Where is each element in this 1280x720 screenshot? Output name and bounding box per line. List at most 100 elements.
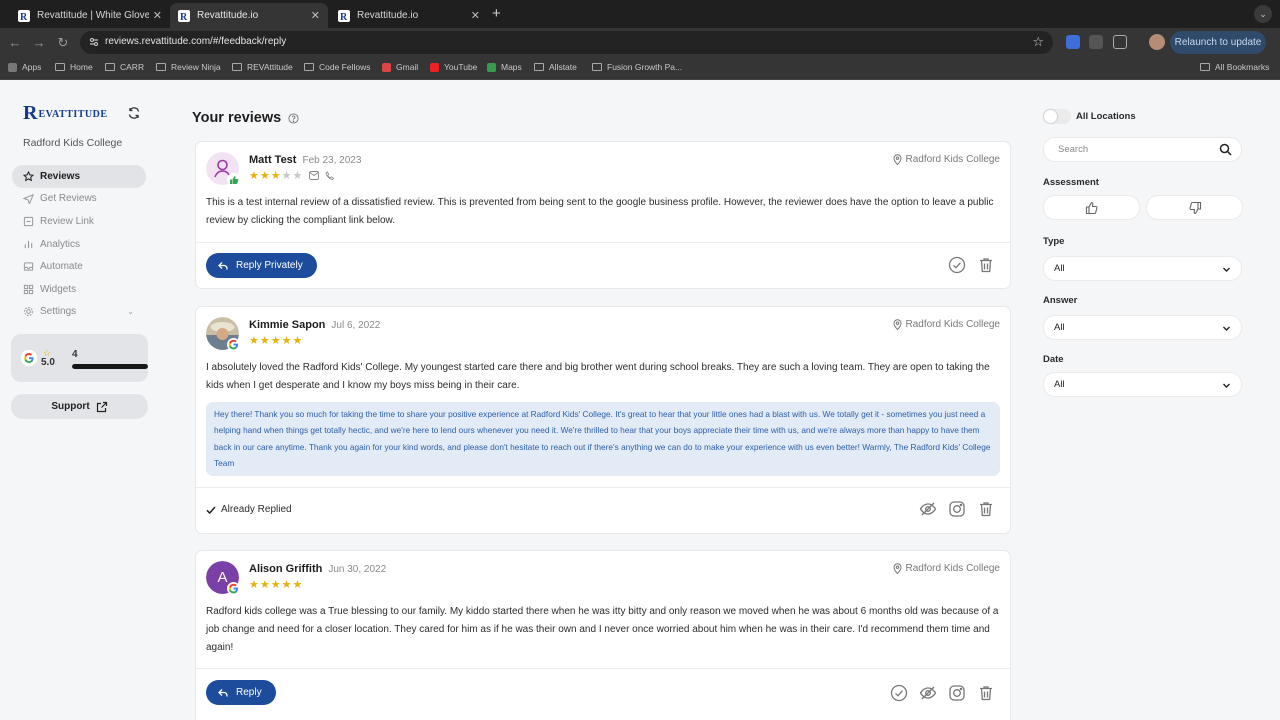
site-info-icon[interactable] — [88, 36, 100, 48]
bookmark-fusion-growth[interactable]: Fusion Growth Pa... — [592, 62, 682, 72]
folder-icon — [105, 63, 115, 71]
toggle-knob — [1044, 110, 1057, 123]
already-replied-status: Already Replied — [206, 504, 292, 515]
bookmark-star-icon[interactable]: ☆ — [1032, 34, 1044, 50]
tab-title: Revattitude.io — [197, 10, 259, 21]
map-pin-icon — [892, 563, 902, 574]
bookmark-code-fellows[interactable]: Code Fellows — [304, 62, 371, 72]
all-locations-toggle[interactable] — [1043, 109, 1071, 124]
divider — [196, 242, 1010, 243]
trash-icon[interactable] — [977, 256, 995, 274]
google-icon — [20, 349, 38, 367]
date-label: Date — [1043, 354, 1064, 365]
profile-avatar[interactable] — [1149, 34, 1165, 50]
hide-eye-icon[interactable] — [919, 500, 937, 518]
star-icon: ★ — [281, 335, 293, 347]
new-tab-button[interactable]: + — [492, 5, 501, 22]
review-count: 4 — [72, 349, 78, 360]
rating-stars: ★★★★★ — [249, 169, 303, 182]
browser-tab-1[interactable]: R Revattitude.io ✕ — [170, 3, 328, 28]
email-icon[interactable] — [309, 171, 320, 180]
sidebar-item-widgets[interactable]: Widgets — [12, 278, 146, 301]
url-field[interactable]: reviews.revattitude.com/#/feedback/reply… — [80, 31, 1053, 54]
search-box — [1043, 137, 1242, 162]
close-icon[interactable]: ✕ — [471, 9, 480, 22]
chevron-down-icon — [1223, 267, 1230, 272]
forward-icon[interactable]: → — [31, 35, 47, 51]
bookmark-home[interactable]: Home — [55, 62, 93, 72]
revattitude-favicon-icon: R — [18, 9, 30, 22]
answer-select[interactable]: All — [1043, 315, 1242, 340]
rating-progress-fill — [72, 364, 148, 369]
reply-button[interactable]: Reply — [206, 680, 276, 705]
star-icon: ★ — [249, 170, 260, 182]
bookmark-carr[interactable]: CARR — [105, 62, 144, 72]
support-button[interactable]: Support — [11, 394, 148, 419]
extension-icon[interactable] — [1089, 35, 1103, 49]
bookmark-apps[interactable]: Apps — [8, 62, 41, 72]
bookmark-gmail[interactable]: Gmail — [382, 62, 418, 72]
reply-icon — [218, 261, 228, 269]
bookmark-allstate[interactable]: Allstate — [534, 62, 577, 72]
check-circle-icon[interactable] — [890, 684, 908, 702]
folder-icon — [156, 63, 166, 71]
link-icon — [23, 216, 34, 227]
external-link-icon — [96, 401, 107, 412]
search-icon[interactable] — [1219, 143, 1232, 156]
date-select[interactable]: All — [1043, 372, 1242, 397]
reviewer-name: Kimmie Sapon Jul 6, 2022 — [249, 319, 381, 331]
type-label: Type — [1043, 236, 1065, 247]
browser-tab-0[interactable]: R Revattitude | White Glove Rev ✕ — [10, 3, 170, 28]
bookmark-maps[interactable]: Maps — [487, 62, 522, 72]
instagram-icon[interactable] — [948, 684, 966, 702]
sidebar-item-automate[interactable]: Automate — [12, 255, 146, 278]
check-circle-icon[interactable] — [948, 256, 966, 274]
trash-icon[interactable] — [977, 684, 995, 702]
browser-tab-bar: R Revattitude | White Glove Rev ✕ R Reva… — [0, 0, 1280, 28]
close-icon[interactable]: ✕ — [311, 9, 320, 22]
phone-icon[interactable] — [325, 171, 335, 180]
reviewer-name: Matt Test Feb 23, 2023 — [249, 154, 362, 166]
revattitude-logo[interactable]: R EVATTITUDE — [23, 102, 108, 124]
browser-tab-2[interactable]: R Revattitude.io ✕ — [330, 3, 488, 28]
hide-eye-icon[interactable] — [919, 684, 937, 702]
thumbs-down-filter-button[interactable] — [1146, 195, 1243, 220]
bookmark-review-ninja[interactable]: Review Ninja — [156, 62, 221, 72]
help-icon[interactable] — [288, 112, 299, 124]
star-icon: ★ — [259, 335, 271, 347]
bookmark-revattitude[interactable]: REVAttitude — [232, 62, 293, 72]
send-icon — [23, 194, 34, 205]
thumbs-down-icon — [1189, 201, 1201, 214]
tab-search-icon[interactable]: ⌄ — [1254, 5, 1272, 23]
refresh-icon[interactable] — [127, 106, 141, 120]
bookmark-youtube[interactable]: YouTube — [430, 62, 477, 72]
trash-icon[interactable] — [977, 500, 995, 518]
sidebar-item-reviews[interactable]: Reviews — [12, 165, 146, 188]
sidebar-item-get-reviews[interactable]: Get Reviews — [12, 188, 146, 211]
revattitude-favicon-icon: R — [178, 9, 190, 22]
reload-icon[interactable]: ↻ — [55, 35, 71, 51]
rating-progress-bar — [72, 364, 148, 369]
svg-text:R: R — [20, 12, 28, 22]
bookmark-all[interactable]: All Bookmarks — [1200, 62, 1269, 72]
divider — [196, 487, 1010, 488]
star-icon — [23, 170, 34, 182]
reply-privately-button[interactable]: Reply Privately — [206, 253, 317, 278]
sidebar-item-review-link[interactable]: Review Link — [12, 210, 146, 233]
relaunch-button[interactable]: Relaunch to update — [1170, 31, 1266, 54]
main-content: Your reviews Matt Test Feb 23, 2023 ★★★★★… — [160, 80, 1032, 720]
search-input[interactable] — [1058, 144, 1208, 155]
type-select[interactable]: All — [1043, 256, 1242, 281]
extensions-puzzle-icon[interactable] — [1113, 35, 1127, 49]
review-text: Radford kids college was a True blessing… — [206, 606, 999, 653]
thumbs-up-filter-button[interactable] — [1043, 195, 1140, 220]
chevron-down-icon[interactable]: ⌄ — [127, 307, 134, 316]
instagram-icon[interactable] — [948, 500, 966, 518]
sidebar-item-settings[interactable]: Settings ⌄ — [12, 301, 146, 324]
close-icon[interactable]: ✕ — [153, 9, 162, 22]
review-text: This is a test internal review of a diss… — [206, 197, 994, 226]
extension-icon[interactable] — [1066, 35, 1080, 49]
sidebar-item-analytics[interactable]: Analytics — [12, 233, 146, 256]
back-icon[interactable]: ← — [7, 35, 23, 51]
review-card: Kimmie Sapon Jul 6, 2022 ★★★★★ Radford Ki… — [195, 306, 1011, 534]
